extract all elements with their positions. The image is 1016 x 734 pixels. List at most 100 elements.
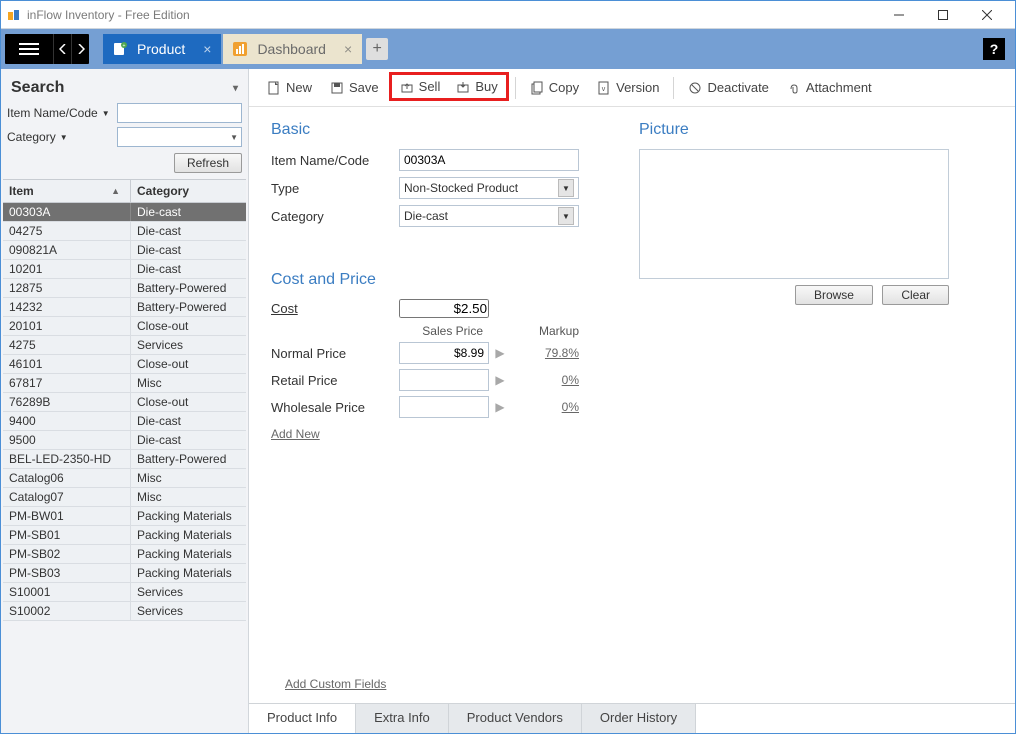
window-title: inFlow Inventory - Free Edition [27,8,190,22]
item-category-cell: Battery-Powered [131,279,246,297]
tab-close-icon[interactable]: × [344,41,352,57]
item-code-cell: Catalog06 [3,469,131,487]
wholesale-markup[interactable]: 0% [511,400,579,414]
table-row[interactable]: PM-SB02Packing Materials [3,545,246,564]
copy-button[interactable]: Copy [522,76,587,99]
search-category-label: Category▼ [7,130,117,144]
sales-price-header: Sales Price [399,324,489,338]
table-row[interactable]: 67817Misc [3,374,246,393]
app-logo-icon [7,8,21,22]
sidebar: Search▾ Item Name/Code▼ Category▼ ▼ Refr… [1,69,249,733]
table-row[interactable]: 20101Close-out [3,317,246,336]
sell-button[interactable]: Sell [392,75,449,98]
top-bar: + Product × Dashboard × + ? [1,29,1015,69]
item-code-cell: PM-SB03 [3,564,131,582]
item-category-cell: Die-cast [131,260,246,278]
item-code-cell: 090821A [3,241,131,259]
table-row[interactable]: 9500Die-cast [3,431,246,450]
save-icon [330,81,344,95]
category-select[interactable]: Die-cast▼ [399,205,579,227]
tab-extra-info[interactable]: Extra Info [356,704,449,733]
nav-back-button[interactable] [53,34,71,64]
normal-price-input[interactable] [399,342,489,364]
help-button[interactable]: ? [983,38,1005,60]
item-code-cell: S10002 [3,602,131,620]
new-tab-button[interactable]: + [366,38,388,60]
search-category-combo[interactable]: ▼ [117,127,242,147]
table-row[interactable]: S10001Services [3,583,246,602]
add-custom-fields-link[interactable]: Add Custom Fields [285,677,386,691]
table-row[interactable]: 12875Battery-Powered [3,279,246,298]
clear-button[interactable]: Clear [882,285,949,305]
item-code-cell: Catalog07 [3,488,131,506]
table-row[interactable]: S10002Services [3,602,246,621]
itemname-input[interactable] [399,149,579,171]
item-code-cell: 9400 [3,412,131,430]
play-icon[interactable]: ▶ [489,373,511,387]
retail-price-label: Retail Price [271,373,399,388]
table-row[interactable]: PM-BW01Packing Materials [3,507,246,526]
copy-icon [530,81,544,95]
cost-label[interactable]: Cost [271,301,399,316]
table-row[interactable]: 090821ADie-cast [3,241,246,260]
browse-button[interactable]: Browse [795,285,873,305]
table-row[interactable]: Catalog06Misc [3,469,246,488]
tab-close-icon[interactable]: × [203,41,211,57]
close-button[interactable] [965,1,1009,29]
deactivate-button[interactable]: Deactivate [680,76,776,99]
nav-forward-button[interactable] [71,34,89,64]
retail-price-input[interactable] [399,369,489,391]
tab-label: Product [137,41,185,57]
collapse-icon[interactable]: ▾ [233,83,238,94]
normal-markup[interactable]: 79.8% [511,346,579,360]
search-itemname-input[interactable] [117,103,242,123]
tab-order-history[interactable]: Order History [582,704,696,733]
picture-box[interactable] [639,149,949,279]
wholesale-price-input[interactable] [399,396,489,418]
new-button[interactable]: New [259,76,320,99]
tab-product-vendors[interactable]: Product Vendors [449,704,582,733]
bottom-tabs: Product Info Extra Info Product Vendors … [249,703,1015,733]
table-row[interactable]: 00303ADie-cast [3,203,246,222]
retail-markup[interactable]: 0% [511,373,579,387]
item-category-cell: Services [131,583,246,601]
list-header: Item▲ Category [3,179,246,203]
col-header-item[interactable]: Item▲ [3,180,131,202]
cost-input[interactable] [399,299,489,318]
item-code-cell: 10201 [3,260,131,278]
item-category-cell: Packing Materials [131,507,246,525]
table-row[interactable]: 04275Die-cast [3,222,246,241]
version-button[interactable]: vVersion [589,76,667,99]
type-select[interactable]: Non-Stocked Product▼ [399,177,579,199]
attachment-button[interactable]: Attachment [779,76,880,99]
table-row[interactable]: 10201Die-cast [3,260,246,279]
table-row[interactable]: 14232Battery-Powered [3,298,246,317]
refresh-button[interactable]: Refresh [174,153,242,173]
menu-button[interactable] [5,34,53,64]
save-button[interactable]: Save [322,76,387,99]
add-new-price-link[interactable]: Add New [271,427,320,441]
table-row[interactable]: PM-SB01Packing Materials [3,526,246,545]
table-row[interactable]: 4275Services [3,336,246,355]
play-icon[interactable]: ▶ [489,400,511,414]
play-icon[interactable]: ▶ [489,346,511,360]
item-category-cell: Close-out [131,317,246,335]
minimize-button[interactable] [877,1,921,29]
item-code-cell: 46101 [3,355,131,373]
tab-product-info[interactable]: Product Info [249,704,356,733]
col-header-category[interactable]: Category [131,180,246,202]
table-row[interactable]: BEL-LED-2350-HDBattery-Powered [3,450,246,469]
item-category-cell: Packing Materials [131,526,246,544]
maximize-button[interactable] [921,1,965,29]
buy-button[interactable]: Buy [448,75,505,98]
table-row[interactable]: 46101Close-out [3,355,246,374]
item-category-cell: Die-cast [131,203,246,221]
tab-dashboard[interactable]: Dashboard × [223,34,362,64]
new-icon [267,81,281,95]
table-row[interactable]: Catalog07Misc [3,488,246,507]
table-row[interactable]: PM-SB03Packing Materials [3,564,246,583]
table-row[interactable]: 9400Die-cast [3,412,246,431]
table-row[interactable]: 76289BClose-out [3,393,246,412]
toolbar: New Save Sell Buy Copy vVersion Deactiva… [249,69,1015,107]
tab-product[interactable]: + Product × [103,34,221,64]
